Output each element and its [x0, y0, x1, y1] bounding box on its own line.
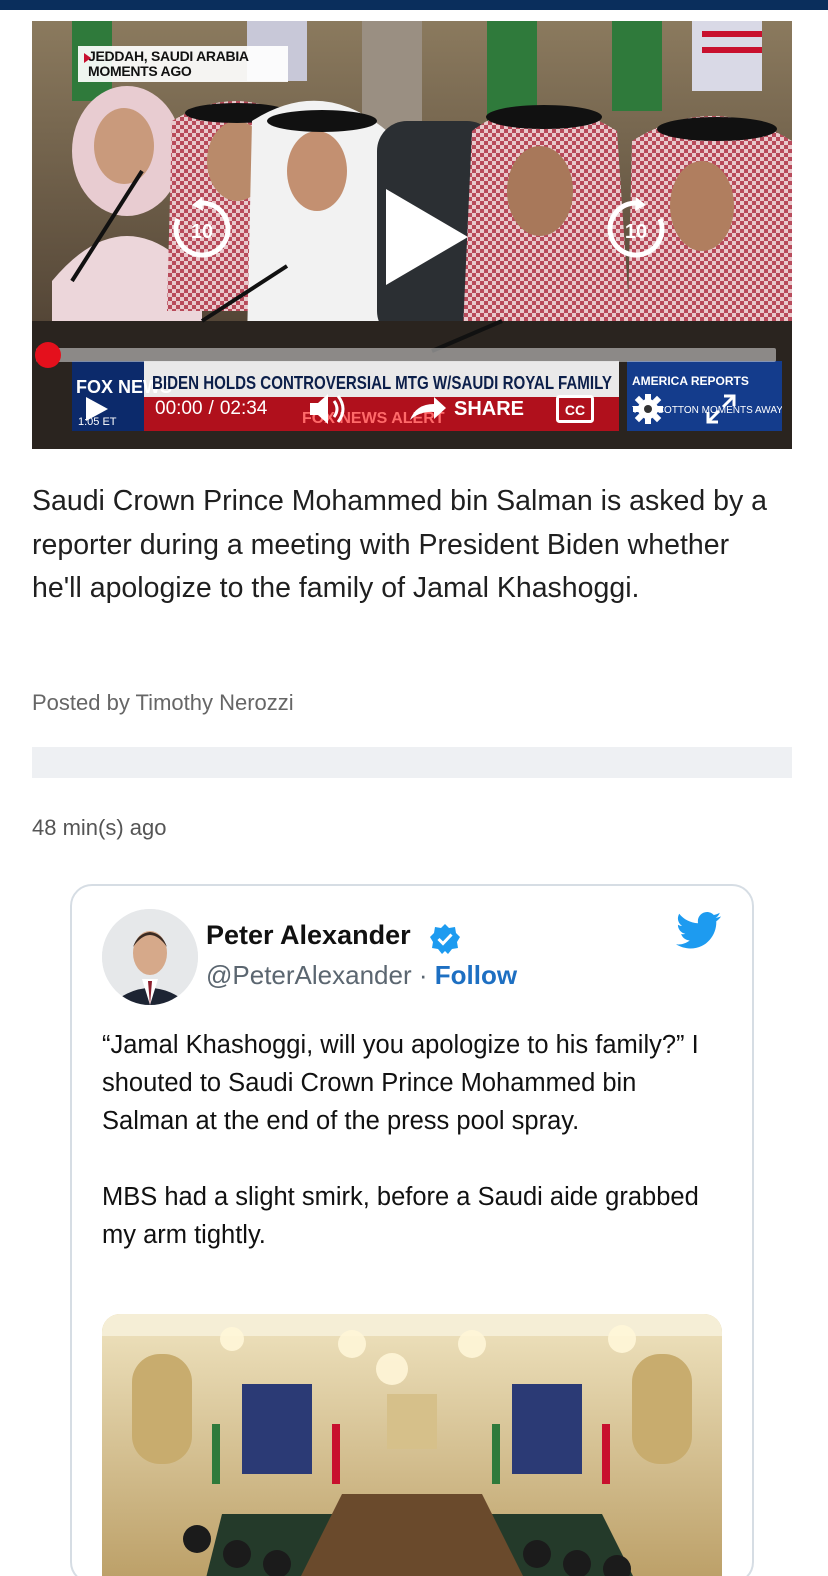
verified-badge-icon: [430, 924, 460, 954]
tweet-embed[interactable]: Peter Alexander @PeterAlexander · Follow…: [70, 884, 754, 1576]
gear-icon: [633, 394, 663, 424]
fullscreen-button[interactable]: [704, 389, 738, 429]
duration: 02:34: [219, 398, 268, 419]
follow-link[interactable]: Follow: [435, 960, 517, 990]
forward-10-icon[interactable]: 10: [604, 197, 668, 261]
location-badge: JEDDAH, SAUDI ARABIA MOMENTS AGO: [78, 46, 288, 82]
settings-button[interactable]: [632, 389, 664, 429]
cc-button[interactable]: CC: [556, 389, 594, 429]
play-small-icon: [86, 397, 108, 421]
progress-bar[interactable]: [35, 342, 776, 368]
share-arrow-icon: [410, 397, 446, 420]
live-triangle-icon: [84, 53, 91, 63]
progress-knob[interactable]: [35, 342, 61, 368]
video-player[interactable]: JEDDAH, SAUDI ARABIA MOMENTS AGO FOX NEW…: [32, 21, 792, 449]
site-header-bar: [0, 0, 828, 10]
meeting-room-photo: [102, 1314, 722, 1576]
tweet-paragraph-1: “Jamal Khashoggi, will you apologize to …: [102, 1031, 699, 1135]
byline: Posted by Timothy Nerozzi: [32, 690, 294, 715]
tweet-handle-row: @PeterAlexander · Follow: [206, 960, 517, 991]
divider-bar: [32, 747, 792, 778]
twitter-bird-icon[interactable]: [676, 912, 722, 950]
rewind-10-icon[interactable]: 10: [170, 197, 234, 261]
tweet-photo[interactable]: [102, 1314, 722, 1576]
closed-captions-icon: CC: [556, 395, 594, 423]
rewind-seconds: 10: [191, 221, 213, 243]
handle-separator: ·: [418, 960, 428, 990]
tweet-paragraph-2: MBS had a slight smirk, before a Saudi a…: [102, 1183, 699, 1249]
time-display: 00:00 / 02:34: [155, 389, 267, 429]
volume-button[interactable]: [306, 389, 350, 429]
tweet-author-name[interactable]: Peter Alexander: [206, 920, 411, 951]
tweet-handle[interactable]: @PeterAlexander: [206, 960, 412, 990]
ticker-show: AMERICA REPORTS: [632, 374, 749, 388]
location-line2: MOMENTS AGO: [88, 63, 192, 79]
fullscreen-icon: [706, 394, 736, 424]
volume-icon: [310, 394, 345, 424]
player-controls: 00:00 / 02:34 SHARE CC: [32, 389, 792, 429]
current-time: 00:00: [155, 398, 203, 419]
play-icon[interactable]: [382, 187, 472, 287]
tweet-text: “Jamal Khashoggi, will you apologize to …: [102, 1026, 728, 1292]
forward-seconds: 10: [625, 221, 647, 243]
video-caption: Saudi Crown Prince Mohammed bin Salman i…: [32, 485, 768, 604]
share-button[interactable]: SHARE: [408, 389, 524, 429]
small-play-button[interactable]: [84, 389, 110, 429]
location-line1: JEDDAH, SAUDI ARABIA: [88, 48, 249, 64]
avatar-image: [102, 909, 198, 1005]
post-timestamp: 48 min(s) ago: [32, 815, 167, 840]
avatar[interactable]: [102, 909, 198, 1005]
share-label: SHARE: [454, 397, 525, 420]
time-separator: /: [208, 398, 214, 419]
cc-label: CC: [565, 402, 585, 418]
